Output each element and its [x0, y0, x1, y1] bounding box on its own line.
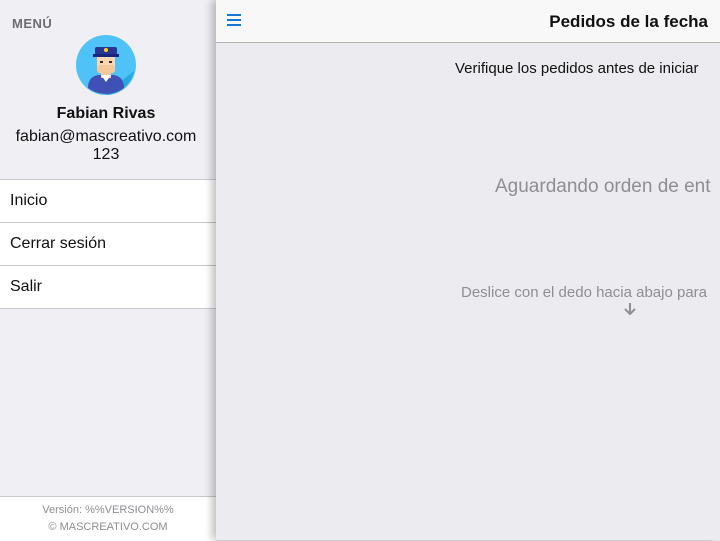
menu-item-salir[interactable]: Salir [0, 265, 216, 308]
user-email: fabian@mascreativo.com [15, 128, 197, 145]
side-menu: MENÚ Fabian Rivas fabian@mascreativo.com… [0, 0, 216, 541]
page-title: Pedidos de la fecha [549, 12, 708, 31]
hamburger-icon[interactable] [227, 14, 241, 26]
navbar: Pedidos de la fecha [216, 0, 720, 43]
menu-item-inicio[interactable]: Inicio [0, 180, 216, 222]
waiting-message: Aguardando orden de ent [495, 176, 711, 197]
user-name: Fabian Rivas [56, 105, 156, 122]
menu-list: Inicio Cerrar sesión Salir [0, 179, 216, 309]
menu-item-cerrar-sesion[interactable]: Cerrar sesión [0, 222, 216, 265]
arrow-down-icon [624, 303, 636, 316]
user-avatar-icon [76, 35, 136, 95]
menu-footer: Versión: %%VERSION%% © MASCREATIVO.COM [0, 496, 216, 541]
main-panel: Pedidos de la fecha Verifique los pedido… [216, 0, 720, 540]
menu-title: MENÚ [12, 16, 53, 31]
user-code: 123 [92, 146, 120, 163]
instruction-text: Verifique los pedidos antes de iniciar [455, 60, 699, 77]
app-version: Versión: %%VERSION%% [42, 504, 174, 516]
pull-to-refresh-hint: Deslice con el dedo hacia abajo para [461, 284, 707, 301]
copyright: © MASCREATIVO.COM [48, 521, 168, 533]
